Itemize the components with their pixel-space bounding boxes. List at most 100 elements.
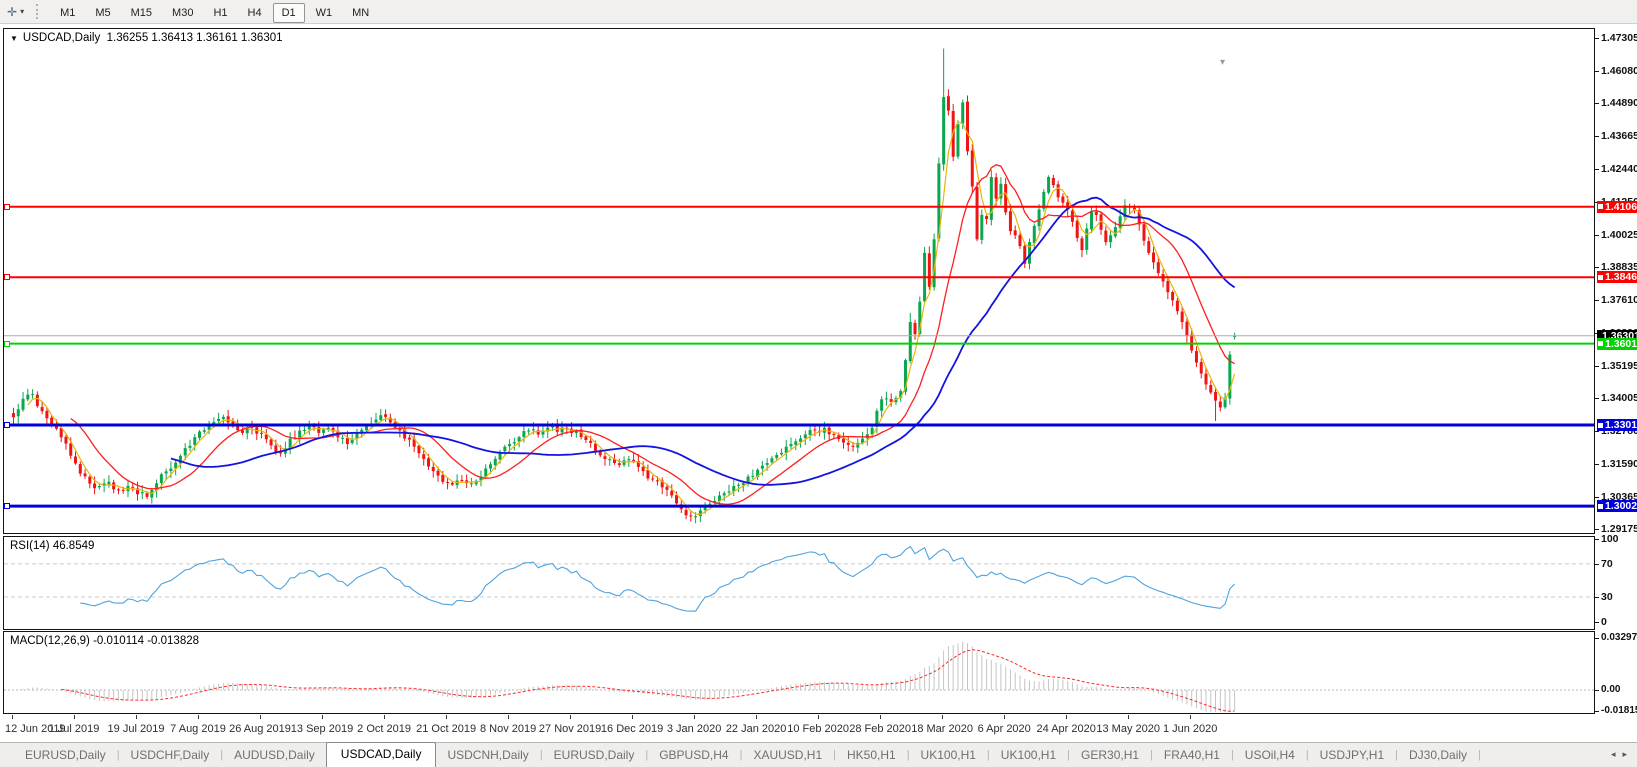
time-axis-label: 13 Sep 2019 [290, 723, 354, 735]
chart-tab-usdjpy-h1[interactable]: USDJPY,H1 [1309, 744, 1395, 767]
price-axis-label: 1.43665 [1601, 130, 1637, 143]
macd-plot[interactable] [4, 632, 1594, 713]
time-axis-tick [694, 715, 696, 719]
time-axis-tick [446, 715, 448, 719]
price-axis-tick [1595, 70, 1599, 72]
chart-tab-audusd-daily[interactable]: AUDUSD,Daily [223, 744, 326, 767]
chart-tab-eurusd-daily[interactable]: EURUSD,Daily [543, 744, 646, 767]
timeframe-button-h4[interactable]: H4 [239, 3, 271, 23]
price-axis-tick [1595, 496, 1599, 498]
time-axis-tick [942, 715, 944, 719]
chart-tab-ger30-h1[interactable]: GER30,H1 [1070, 744, 1150, 767]
rsi-plot[interactable] [4, 537, 1594, 629]
price-axis-label: 1.40025 [1601, 228, 1637, 241]
chart-shift-marker-icon[interactable]: ▾ [1220, 57, 1225, 68]
price-chart-panel[interactable]: ▼ USDCAD,Daily 1.36255 1.36413 1.36161 1.… [3, 28, 1595, 534]
timeframe-button-d1[interactable]: D1 [272, 2, 305, 23]
candles [12, 48, 1237, 524]
time-axis-label: 24 Apr 2020 [1036, 723, 1096, 735]
price-axis-tick [1595, 333, 1599, 335]
rsi-header: RSI(14) 46.8549 [10, 540, 95, 552]
timeframe-button-m5[interactable]: M5 [86, 3, 119, 23]
timeframe-button-mn[interactable]: MN [343, 3, 378, 23]
chart-tab-dj30-daily[interactable]: DJ30,Daily [1398, 744, 1478, 767]
time-axis-tick [508, 715, 510, 719]
chart-tab-eurusd-daily[interactable]: EURUSD,Daily [14, 744, 117, 767]
tool-dropdown-caret-icon[interactable]: ▾ [20, 7, 24, 16]
rsi-axis-label: 70 [1601, 558, 1613, 570]
time-axis-label: 16 Dec 2019 [600, 723, 664, 735]
macd-indicator-panel[interactable]: MACD(12,26,9) -0.010114 -0.013828 [3, 631, 1595, 714]
price-axis-label: 1.29175 [1601, 523, 1637, 535]
price-axis-label: 1.47305 [1601, 31, 1637, 44]
chart-title-caret-icon[interactable]: ▼ [10, 34, 18, 43]
crosshair-tool-icon[interactable]: ✛ [7, 6, 17, 18]
price-axis-label: 1.35195 [1601, 359, 1637, 372]
time-axis-label: 10 Feb 2020 [787, 723, 849, 735]
price-axis-tick [1595, 169, 1599, 171]
time-axis-label: 12 Jun 2019 [5, 723, 66, 735]
price-axis-tick [1595, 103, 1599, 104]
price-axis-label: 1.31590 [1601, 457, 1637, 470]
timeframe-button-m1[interactable]: M1 [51, 3, 84, 23]
hline-price-tag[interactable]: 1.33011 [1597, 419, 1637, 431]
rsi-indicator-panel[interactable]: RSI(14) 46.8549 [3, 536, 1595, 630]
time-axis-tick [1066, 715, 1068, 719]
price-axis-label: 1.30365 [1601, 490, 1637, 503]
price-axis-label: 1.38835 [1601, 261, 1637, 274]
hline-tag-notch [1598, 422, 1603, 428]
tab-scroll-left-icon[interactable]: ◂ [1611, 749, 1616, 760]
time-axis-tick [74, 715, 75, 719]
chart-tab-uk100-h1[interactable]: UK100,H1 [990, 744, 1067, 767]
ma-line-34 [170, 196, 1236, 486]
chart-tab-hk50-h1[interactable]: HK50,H1 [836, 744, 907, 767]
price-axis-tick [1595, 267, 1599, 269]
hline-price-tag[interactable]: 1.36015 [1597, 337, 1637, 350]
time-axis-label: 2 Oct 2019 [357, 723, 412, 735]
chart-tab-xauusd-h1[interactable]: XAUUSD,H1 [742, 744, 833, 767]
timeframe-button-h1[interactable]: H1 [204, 3, 236, 23]
trading-terminal-window: ✛ ▾ M1 M5 M15 M30 H1 H4 D1 W1 MN ▼ USDCAD,Daily 1… [0, 0, 1637, 767]
tab-scroll-right-icon[interactable]: ▸ [1622, 749, 1627, 760]
hline-tag-notch [1598, 341, 1603, 347]
time-axis-label: 19 Jul 2019 [107, 723, 165, 735]
rsi-axis-label: 100 [1601, 533, 1619, 546]
rsi-axis-tick [1595, 621, 1599, 623]
price-axis-label: 1.32780 [1601, 425, 1637, 438]
time-axis-tick [260, 715, 261, 719]
chart-title: ▼ USDCAD,Daily 1.36255 1.36413 1.36161 1.… [10, 32, 283, 44]
timeframe-button-m15[interactable]: M15 [122, 3, 161, 23]
chart-tab-usoil-h4[interactable]: USOil,H4 [1234, 744, 1306, 767]
price-axis-label: 1.37610 [1601, 294, 1637, 307]
time-axis-tick [322, 715, 323, 719]
time-axis-label: 28 Feb 2020 [849, 723, 911, 735]
chart-symbol-label: USDCAD,Daily [22, 32, 101, 44]
chart-tab-usdcnh-daily[interactable]: USDCNH,Daily [436, 744, 539, 767]
hline-price-tag[interactable]: 1.38464 [1597, 271, 1637, 284]
chart-tab-usdchf-daily[interactable]: USDCHF,Daily [120, 744, 221, 767]
time-axis-tick [1128, 715, 1130, 719]
rsi-axis-tick [1595, 597, 1599, 598]
chart-tab-fra40-h1[interactable]: FRA40,H1 [1153, 744, 1231, 767]
timeframe-button-w1[interactable]: W1 [307, 3, 342, 23]
price-plot[interactable] [4, 29, 1594, 533]
chart-tab-uk100-h1[interactable]: UK100,H1 [910, 744, 987, 767]
tab-scroll-controls: ◂ ▸ [1611, 749, 1637, 767]
time-axis-tick [198, 715, 199, 719]
time-axis-tick [1004, 715, 1006, 719]
rsi-axis-label: 0 [1601, 615, 1607, 628]
price-axis-label: 1.42440 [1601, 163, 1637, 176]
chart-tab-usdcad-daily[interactable]: USDCAD,Daily [325, 742, 437, 767]
time-axis-tick [818, 715, 820, 719]
macd-header: MACD(12,26,9) -0.010114 -0.013828 [10, 635, 200, 647]
hline-price-tag[interactable]: 1.41060 [1597, 200, 1637, 213]
price-axis-label: 1.41250 [1601, 195, 1637, 208]
chart-tab-gbpusd-h4[interactable]: GBPUSD,H4 [648, 744, 739, 767]
hline-tag-notch [1598, 274, 1603, 280]
timeframe-buttons: M1 M5 M15 M30 H1 H4 D1 W1 MN [50, 2, 379, 23]
macd-axis-tick [1595, 711, 1599, 712]
hline-price-tag[interactable]: 1.30020 [1597, 500, 1637, 513]
timeframe-button-m30[interactable]: M30 [163, 3, 202, 23]
chart-tabs: EURUSD,Daily | USDCHF,Daily | AUDUSD,Daily US… [0, 742, 1481, 767]
toolbar-grip[interactable] [36, 4, 40, 19]
